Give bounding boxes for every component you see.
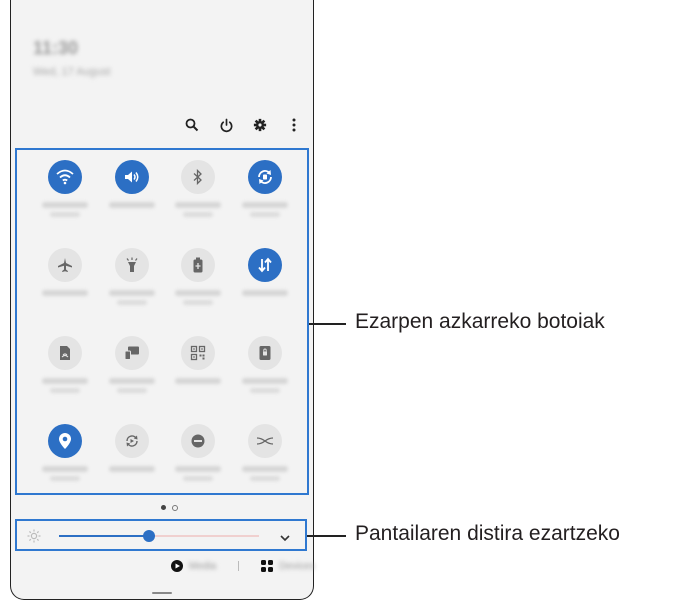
tile-label-blurred xyxy=(241,378,288,384)
tile-label-blurred xyxy=(175,378,222,384)
tile-sublabel-blurred xyxy=(249,212,280,217)
media-label: Media xyxy=(189,560,217,572)
quick-settings-row xyxy=(35,160,295,248)
tile-label-blurred xyxy=(108,466,155,472)
quick-setting-tile-smart-view[interactable] xyxy=(102,336,162,424)
quick-setting-tile-sync[interactable] xyxy=(102,424,162,512)
tile-label-blurred xyxy=(175,466,222,472)
quick-setting-tile-do-not-disturb[interactable] xyxy=(168,424,228,512)
tile-label-blurred xyxy=(42,290,88,296)
tile-sublabel-blurred xyxy=(183,300,214,305)
callout-line-quick-buttons xyxy=(309,323,346,325)
sound-icon[interactable] xyxy=(114,160,149,194)
quick-setting-tile-battery-saver[interactable] xyxy=(168,248,228,336)
sync-icon[interactable] xyxy=(114,424,149,458)
bluetooth-icon[interactable] xyxy=(181,160,216,194)
search-icon[interactable] xyxy=(183,116,201,134)
quick-setting-tile-location[interactable] xyxy=(35,424,95,512)
quick-setting-tile-secure-folder[interactable] xyxy=(235,336,295,424)
tile-sublabel-blurred xyxy=(116,388,147,393)
tile-label-blurred xyxy=(241,290,288,296)
tile-label-blurred xyxy=(108,378,155,384)
tile-label-blurred xyxy=(241,466,288,472)
brightness-slider[interactable] xyxy=(59,530,259,542)
quick-settings-row xyxy=(35,424,295,512)
brightness-slider-fill xyxy=(59,535,149,537)
brightness-slider-thumb[interactable] xyxy=(143,530,155,542)
quick-setting-tile-flashlight[interactable] xyxy=(102,248,162,336)
quick-setting-tile-qr-scanner[interactable] xyxy=(168,336,228,424)
tile-label-blurred xyxy=(241,202,288,208)
auto-rotate-icon[interactable] xyxy=(247,160,282,194)
tile-sublabel-blurred xyxy=(249,388,280,393)
mobile-data-icon[interactable] xyxy=(247,248,282,282)
media-button[interactable]: Media xyxy=(171,560,216,572)
gear-icon[interactable] xyxy=(251,116,269,134)
callout-brightness: Pantailaren distira ezartzeko xyxy=(355,522,620,545)
qr-scanner-icon[interactable] xyxy=(181,336,216,370)
tile-label-blurred xyxy=(42,466,88,472)
tile-sublabel-blurred xyxy=(249,476,280,481)
more-vertical-icon[interactable] xyxy=(285,116,303,134)
bottom-divider xyxy=(238,561,240,571)
quick-setting-tile-hotspot[interactable] xyxy=(235,424,295,512)
tile-label-blurred xyxy=(175,290,222,296)
callout-quick-buttons: Ezarpen azkarreko botoiak xyxy=(355,310,605,333)
quick-settings-row xyxy=(35,248,295,336)
tile-label-blurred xyxy=(108,202,155,208)
clock-time: 11:30 xyxy=(33,38,79,58)
clock-date: Wed, 17 August xyxy=(33,66,111,78)
devices-grid-icon xyxy=(261,560,274,572)
quick-setting-tile-wifi[interactable] xyxy=(35,160,95,248)
quick-setting-tile-bluetooth[interactable] xyxy=(168,160,228,248)
airplane-icon[interactable] xyxy=(48,248,82,282)
flashlight-icon[interactable] xyxy=(114,248,149,282)
bottom-bar: Media Devices xyxy=(171,560,315,572)
callout-line-brightness xyxy=(307,535,346,537)
quick-settings-panel xyxy=(15,148,309,495)
tile-sublabel-blurred xyxy=(116,300,147,305)
devices-button[interactable]: Devices xyxy=(261,560,315,572)
tile-label-blurred xyxy=(108,290,155,296)
chevron-down-icon[interactable] xyxy=(279,530,291,548)
brightness-bar xyxy=(15,519,307,551)
quick-settings-grid xyxy=(35,160,295,512)
tile-sublabel-blurred xyxy=(50,388,80,393)
quick-setting-tile-airplane[interactable] xyxy=(35,248,95,336)
brightness-sun-icon xyxy=(27,529,41,548)
home-indicator xyxy=(152,592,172,594)
tile-sublabel-blurred xyxy=(50,212,80,217)
nfc-icon[interactable] xyxy=(48,336,82,370)
play-icon xyxy=(171,560,183,572)
power-icon[interactable] xyxy=(217,116,235,134)
quick-settings-row xyxy=(35,336,295,424)
tile-label-blurred xyxy=(42,202,88,208)
devices-label: Devices xyxy=(279,560,315,572)
quick-setting-tile-nfc[interactable] xyxy=(35,336,95,424)
location-icon[interactable] xyxy=(48,424,82,458)
hotspot-icon[interactable] xyxy=(247,424,282,458)
quick-setting-tile-auto-rotate[interactable] xyxy=(235,160,295,248)
quick-setting-tile-sound[interactable] xyxy=(102,160,162,248)
secure-folder-icon[interactable] xyxy=(247,336,282,370)
tile-sublabel-blurred xyxy=(50,476,80,481)
tile-label-blurred xyxy=(42,378,88,384)
tile-label-blurred xyxy=(175,202,222,208)
battery-saver-icon[interactable] xyxy=(181,248,216,282)
tile-sublabel-blurred xyxy=(183,476,214,481)
do-not-disturb-icon[interactable] xyxy=(181,424,216,458)
smart-view-icon[interactable] xyxy=(114,336,149,370)
wifi-icon[interactable] xyxy=(48,160,82,194)
panel-header-icons xyxy=(183,116,303,134)
tile-sublabel-blurred xyxy=(183,212,214,217)
quick-setting-tile-mobile-data[interactable] xyxy=(235,248,295,336)
